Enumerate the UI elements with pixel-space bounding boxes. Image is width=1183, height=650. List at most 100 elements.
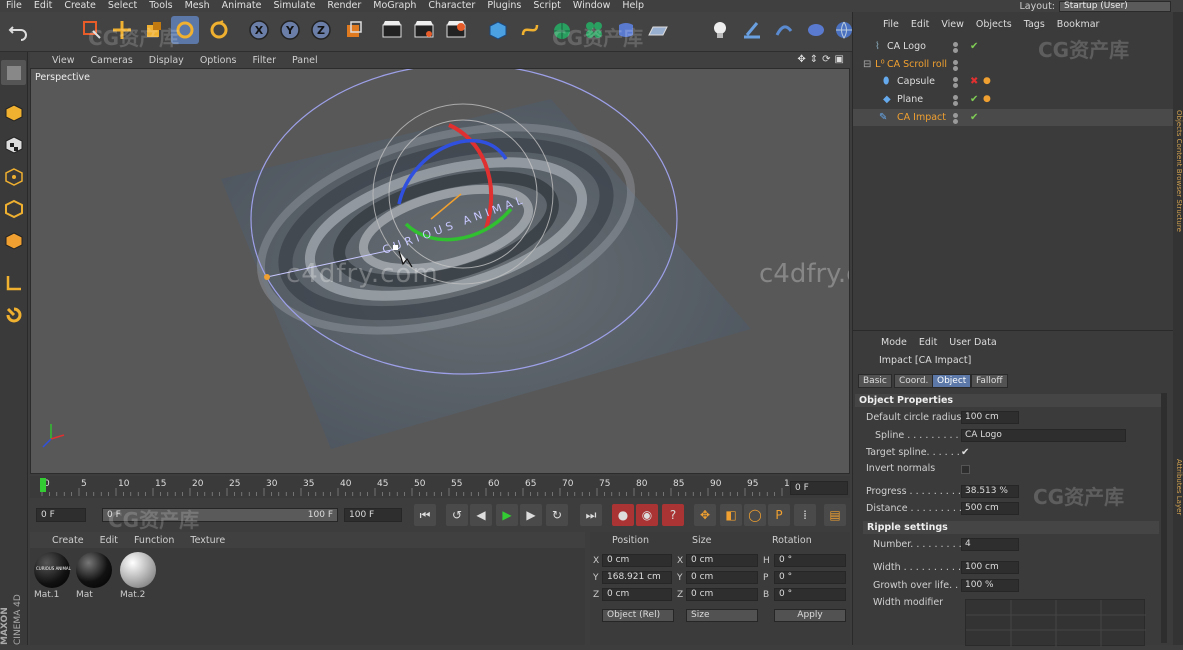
width-modifier-spline-graph[interactable] (965, 599, 1146, 647)
z-axis-lock-icon[interactable]: Z (307, 16, 335, 44)
menu-select[interactable]: Select (102, 0, 143, 12)
rot-b-field[interactable]: 0 ° (774, 588, 846, 601)
size-x-field[interactable]: 0 cm (686, 554, 758, 567)
coord-mode-select[interactable]: Object (Rel) (602, 609, 674, 622)
om-menu-bookmarks[interactable]: Bookmar (1051, 19, 1106, 30)
tab-falloff[interactable]: Falloff (971, 374, 1008, 388)
attribute-scrollbar[interactable] (1161, 393, 1167, 643)
recent-tool-icon[interactable] (205, 16, 233, 44)
goto-start-icon[interactable]: ⏮ (414, 504, 436, 526)
pos-x-field[interactable]: 0 cm (602, 554, 672, 567)
render-picture-viewer-icon[interactable] (410, 16, 438, 44)
viewport-menu-panel[interactable]: Panel (284, 55, 326, 66)
menu-help[interactable]: Help (616, 0, 650, 12)
material-menu-edit[interactable]: Edit (92, 535, 126, 546)
loop-icon[interactable]: ↺ (446, 504, 468, 526)
material-item[interactable]: Mat (74, 552, 114, 600)
menu-file[interactable]: File (0, 0, 28, 12)
x-axis-lock-icon[interactable]: X (245, 16, 273, 44)
menu-tools[interactable]: Tools (143, 0, 178, 12)
key-pla-icon[interactable]: ⁞ (794, 504, 816, 526)
material-menu-create[interactable]: Create (44, 535, 92, 546)
coordinate-system-icon[interactable] (340, 16, 368, 44)
current-frame-field[interactable]: 0 F (790, 481, 848, 495)
points-mode-icon[interactable] (1, 164, 26, 189)
tab-basic[interactable]: Basic (858, 374, 892, 388)
render-settings-icon[interactable] (442, 16, 470, 44)
apply-button[interactable]: Apply (774, 609, 846, 622)
menu-window[interactable]: Window (567, 0, 616, 12)
menu-script[interactable]: Script (527, 0, 567, 12)
target-spline-checkbox[interactable]: ✔ (961, 445, 969, 461)
material-item[interactable]: Mat.2 (118, 552, 158, 600)
ripple-number-field[interactable]: 4 (961, 538, 1019, 551)
make-editable-icon[interactable] (1, 60, 26, 85)
timeline-ruler[interactable]: 0 5 10 15 20 25 30 35 40 45 50 55 60 65 70 75 80 85 90 95 1 0… (30, 476, 850, 498)
object-row-capsule[interactable]: ⬮ Capsule ✖ ● (853, 73, 1174, 90)
om-menu-tags[interactable]: Tags (1018, 19, 1051, 30)
key-scale-icon[interactable]: ◧ (720, 504, 742, 526)
record-keys-icon[interactable]: ● (612, 504, 634, 526)
key-param-icon[interactable]: P (768, 504, 790, 526)
viewport-menu-filter[interactable]: Filter (244, 55, 284, 66)
material-menu-texture[interactable]: Texture (182, 535, 233, 546)
camera-icon[interactable] (802, 16, 830, 44)
goto-end-icon[interactable]: ⏭ (580, 504, 602, 526)
rot-p-field[interactable]: 0 ° (774, 571, 846, 584)
menu-edit[interactable]: Edit (28, 0, 58, 12)
am-menu-edit[interactable]: Edit (913, 337, 943, 348)
pan-icon[interactable]: ✥ (797, 54, 805, 65)
section-ripple-settings[interactable]: Ripple settings (863, 521, 1159, 534)
tab-coord[interactable]: Coord. (894, 374, 934, 388)
end-frame-field[interactable]: 100 F (344, 508, 402, 522)
rot-h-field[interactable]: 0 ° (774, 554, 846, 567)
spline-link-field[interactable]: CA Logo (961, 429, 1126, 442)
viewport-menu-view[interactable]: View (44, 55, 83, 66)
texture-mode-icon[interactable] (1, 132, 26, 157)
polygons-mode-icon[interactable] (1, 228, 26, 253)
om-menu-objects[interactable]: Objects (970, 19, 1018, 30)
hair-icon[interactable] (770, 16, 798, 44)
om-menu-edit[interactable]: Edit (905, 19, 935, 30)
refresh-icon[interactable]: ↻ (546, 504, 568, 526)
pos-z-field[interactable]: 0 cm (602, 588, 672, 601)
default-radius-field[interactable]: 100 cm (961, 411, 1019, 424)
side-tab-objects[interactable]: Objects Content Browser Structure (1173, 12, 1183, 330)
ripple-width-field[interactable]: 100 cm (961, 561, 1019, 574)
invert-normals-checkbox[interactable] (961, 465, 970, 474)
object-row-plane[interactable]: ◆ Plane ✔ ● (853, 91, 1174, 108)
object-row-ca-impact[interactable]: ✎ CA Impact ✔ (853, 109, 1174, 126)
menu-simulate[interactable]: Simulate (267, 0, 321, 12)
menu-plugins[interactable]: Plugins (481, 0, 527, 12)
cube-object-icon[interactable] (484, 16, 512, 44)
am-menu-userdata[interactable]: User Data (943, 337, 1002, 348)
am-menu-mode[interactable]: Mode (875, 337, 913, 348)
menu-render[interactable]: Render (321, 0, 367, 12)
start-frame-field[interactable]: 0 F (36, 508, 86, 522)
key-position-icon[interactable]: ✥ (694, 504, 716, 526)
play-icon[interactable]: ▶ (496, 504, 518, 526)
material-item[interactable]: CURIOUS ANIMAL Mat.1 (32, 552, 72, 600)
distance-field[interactable]: 500 cm (961, 502, 1019, 515)
viewport-menu-cameras[interactable]: Cameras (83, 55, 141, 66)
keyframe-selection-icon[interactable]: ? (662, 504, 684, 526)
floor-icon[interactable] (644, 16, 672, 44)
timeline-window-icon[interactable]: ▤ (824, 504, 846, 526)
size-z-field[interactable]: 0 cm (686, 588, 758, 601)
tab-object[interactable]: Object (932, 374, 972, 388)
snap-magnet-icon[interactable] (1, 302, 26, 327)
y-axis-lock-icon[interactable]: Y (276, 16, 304, 44)
step-forward-icon[interactable]: ▶ (520, 504, 542, 526)
playhead[interactable] (40, 478, 46, 492)
menu-character[interactable]: Character (422, 0, 481, 12)
side-tab-attributes[interactable]: Attributes Layer (1173, 330, 1183, 645)
dolly-icon[interactable]: ⇕ (810, 54, 818, 65)
om-menu-view[interactable]: View (935, 19, 970, 30)
size-y-field[interactable]: 0 cm (686, 571, 758, 584)
menu-create[interactable]: Create (58, 0, 102, 12)
model-mode-icon[interactable] (1, 100, 26, 125)
key-rotation-icon[interactable]: ◯ (744, 504, 766, 526)
menu-animate[interactable]: Animate (216, 0, 268, 12)
step-back-icon[interactable]: ◀ (470, 504, 492, 526)
edges-mode-icon[interactable] (1, 196, 26, 221)
